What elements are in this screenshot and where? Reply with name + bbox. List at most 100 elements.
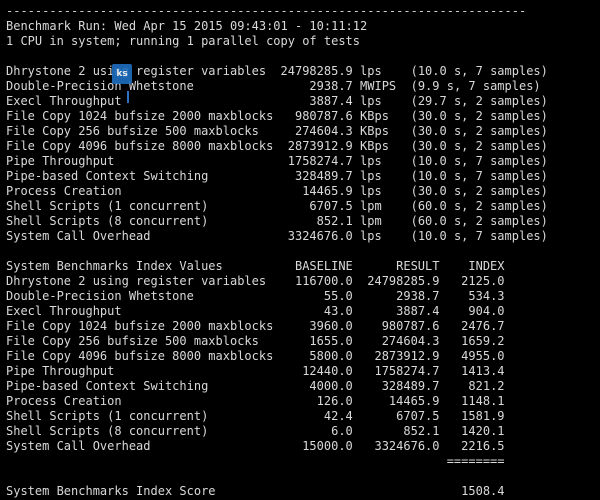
result-detail: (9.9 s, 7 samples)	[403, 79, 541, 93]
index-row-name: File Copy 1024 bufsize 2000 maxblocks	[6, 319, 274, 333]
result-name: Execl Throughput	[6, 94, 274, 108]
score-separator: ========	[6, 454, 505, 468]
index-row-result: 6707.5	[352, 409, 440, 423]
index-row: File Copy 4096 bufsize 8000 maxblocks 58…	[6, 349, 596, 364]
index-row-result: 852.1	[352, 424, 440, 438]
result-detail: (30.0 s, 2 samples)	[403, 184, 548, 198]
result-value: 852.1	[273, 214, 353, 228]
result-name: Pipe-based Context Switching	[6, 169, 274, 183]
divider-line: ----------------------------------------…	[6, 4, 527, 18]
watermark-logo-icon: ks	[112, 64, 132, 84]
result-name: System Call Overhead	[6, 229, 274, 243]
result-name: Double-Precision Whetstone	[6, 79, 274, 93]
result-unit: KBps	[352, 139, 404, 153]
result-row: Shell Scripts (1 concurrent) 6707.5 lpm …	[6, 199, 596, 214]
result-unit: KBps	[352, 109, 404, 123]
index-row-baseline: 12440.0	[273, 364, 353, 378]
result-unit: lpm	[352, 199, 404, 213]
result-value: 274604.3	[273, 124, 353, 138]
index-row-result: 14465.9	[352, 394, 440, 408]
result-row: File Copy 4096 bufsize 8000 maxblocks 28…	[6, 139, 596, 154]
result-value: 328489.7	[273, 169, 353, 183]
index-row-index: 1659.2	[439, 334, 505, 348]
index-row-baseline: 1655.0	[273, 334, 353, 348]
col-baseline-header: BASELINE	[294, 259, 353, 273]
index-row-index: 821.2	[439, 379, 505, 393]
index-row-name: Execl Throughput	[6, 304, 274, 318]
index-row-result: 2873912.9	[352, 349, 440, 363]
index-row-result: 1758274.7	[352, 364, 440, 378]
result-row: File Copy 256 bufsize 500 maxblocks 2746…	[6, 124, 596, 139]
result-detail: (29.7 s, 2 samples)	[403, 94, 548, 108]
index-row-result: 980787.6	[352, 319, 440, 333]
index-row-result: 3324676.0	[352, 439, 440, 453]
result-value: 3324676.0	[273, 229, 353, 243]
index-row-name: Pipe Throughput	[6, 364, 274, 378]
col-index-header: INDEX	[439, 259, 505, 273]
result-row: Shell Scripts (8 concurrent) 852.1 lpm (…	[6, 214, 596, 229]
result-detail: (30.0 s, 2 samples)	[403, 124, 548, 138]
text-cursor-marker	[127, 91, 129, 103]
result-unit: lps	[352, 169, 404, 183]
index-row-baseline: 43.0	[273, 304, 353, 318]
index-row: File Copy 256 bufsize 500 maxblocks 1655…	[6, 334, 596, 349]
index-row-name: Shell Scripts (1 concurrent)	[6, 409, 274, 423]
index-row-index: 4955.0	[439, 349, 505, 363]
result-unit: MWIPS	[352, 79, 404, 93]
result-value: 980787.6	[273, 109, 353, 123]
result-unit: lpm	[352, 214, 404, 228]
index-row-index: 1581.9	[439, 409, 505, 423]
result-unit: lps	[352, 229, 404, 243]
index-row: Pipe Throughput 12440.0 1758274.7 1413.4	[6, 364, 596, 379]
result-detail: (60.0 s, 2 samples)	[403, 214, 548, 228]
index-row-result: 274604.3	[352, 334, 440, 348]
result-value: 1758274.7	[273, 154, 353, 168]
result-value: 6707.5	[273, 199, 353, 213]
index-row-index: 2476.7	[439, 319, 505, 333]
index-table-header: System Benchmarks Index Values BASELINE …	[6, 259, 596, 274]
result-detail: (10.0 s, 7 samples)	[403, 154, 548, 168]
result-detail: (60.0 s, 2 samples)	[403, 199, 548, 213]
result-detail: (30.0 s, 2 samples)	[403, 109, 548, 123]
index-row-name: File Copy 4096 bufsize 8000 maxblocks	[6, 349, 274, 363]
result-row: Pipe-based Context Switching 328489.7 lp…	[6, 169, 596, 184]
index-row: Execl Throughput 43.0 3887.4 904.0	[6, 304, 596, 319]
index-row: Process Creation 126.0 14465.9 1148.1	[6, 394, 596, 409]
index-row-name: File Copy 256 bufsize 500 maxblocks	[6, 334, 274, 348]
result-detail: (10.0 s, 7 samples)	[403, 64, 548, 78]
result-row: Execl Throughput 3887.4 lps (29.7 s, 2 s…	[6, 94, 596, 109]
index-row-index: 2216.5	[439, 439, 505, 453]
index-row-baseline: 6.0	[273, 424, 353, 438]
index-row: File Copy 1024 bufsize 2000 maxblocks 39…	[6, 319, 596, 334]
index-row-baseline: 3960.0	[273, 319, 353, 333]
result-row: Process Creation 14465.9 lps (30.0 s, 2 …	[6, 184, 596, 199]
result-name: File Copy 4096 bufsize 8000 maxblocks	[6, 139, 274, 153]
score-value: 1508.4	[273, 484, 505, 498]
index-row-index: 1420.1	[439, 424, 505, 438]
index-title: System Benchmarks Index Values	[6, 259, 295, 273]
result-row: System Call Overhead 3324676.0 lps (10.0…	[6, 229, 596, 244]
index-row-result: 3887.4	[352, 304, 440, 318]
index-row-result: 24798285.9	[352, 274, 440, 288]
result-name: Pipe Throughput	[6, 154, 274, 168]
index-row-index: 1413.4	[439, 364, 505, 378]
terminal-output: ----------------------------------------…	[6, 4, 596, 499]
index-row-name: System Call Overhead	[6, 439, 274, 453]
index-separator: ========	[6, 454, 596, 469]
index-row-result: 2938.7	[352, 289, 440, 303]
index-row-index: 1148.1	[439, 394, 505, 408]
index-row: Double-Precision Whetstone 55.0 2938.7 5…	[6, 289, 596, 304]
result-name: Shell Scripts (1 concurrent)	[6, 199, 274, 213]
index-row: Dhrystone 2 using register variables 116…	[6, 274, 596, 289]
result-name: Shell Scripts (8 concurrent)	[6, 214, 274, 228]
result-unit: lps	[352, 94, 404, 108]
result-name: Process Creation	[6, 184, 274, 198]
result-detail: (30.0 s, 2 samples)	[403, 139, 548, 153]
result-value: 3887.4	[273, 94, 353, 108]
index-row: System Call Overhead 15000.0 3324676.0 2…	[6, 439, 596, 454]
result-detail: (10.0 s, 7 samples)	[403, 229, 548, 243]
index-score-line: System Benchmarks Index Score 1508.4	[6, 484, 596, 499]
